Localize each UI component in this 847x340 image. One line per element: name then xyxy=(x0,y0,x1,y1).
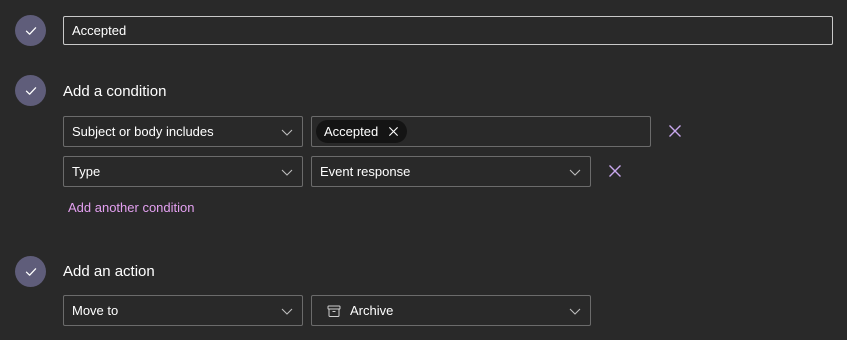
condition-value-dropdown[interactable]: Event response xyxy=(311,156,591,187)
condition-field-value: Type xyxy=(72,164,101,179)
add-another-condition-link[interactable]: Add another condition xyxy=(68,200,194,215)
archive-icon xyxy=(327,305,341,317)
step-complete-icon xyxy=(15,15,46,46)
condition-field-dropdown[interactable]: Type xyxy=(63,156,303,187)
keyword-tag-input[interactable]: Accepted xyxy=(311,116,651,147)
condition-value: Event response xyxy=(320,164,411,179)
chevron-down-icon xyxy=(569,308,581,315)
chevron-down-icon xyxy=(281,169,293,176)
folder-value: Archive xyxy=(350,303,394,318)
rule-name-input[interactable] xyxy=(63,16,833,45)
action-dropdown[interactable]: Move to xyxy=(63,295,303,326)
remove-tag-icon[interactable] xyxy=(388,126,399,137)
keyword-tag: Accepted xyxy=(316,120,408,143)
checkmark-icon xyxy=(25,86,36,95)
checkmark-icon xyxy=(25,26,36,35)
step-complete-icon xyxy=(15,75,46,106)
folder-dropdown[interactable]: Archive xyxy=(311,295,591,326)
chevron-down-icon xyxy=(281,129,293,136)
chevron-down-icon xyxy=(281,308,293,315)
condition-field-value: Subject or body includes xyxy=(72,124,214,139)
step-complete-icon xyxy=(15,256,46,287)
action-value: Move to xyxy=(72,303,119,318)
condition-field-dropdown[interactable]: Subject or body includes xyxy=(63,116,303,147)
checkmark-icon xyxy=(25,267,36,276)
chevron-down-icon xyxy=(569,169,581,176)
action-section-title: Add an action xyxy=(63,263,155,280)
keyword-tag-label: Accepted xyxy=(324,124,379,139)
remove-condition-icon[interactable] xyxy=(668,124,682,138)
condition-section-title: Add a condition xyxy=(63,83,167,100)
remove-condition-icon[interactable] xyxy=(608,164,622,178)
